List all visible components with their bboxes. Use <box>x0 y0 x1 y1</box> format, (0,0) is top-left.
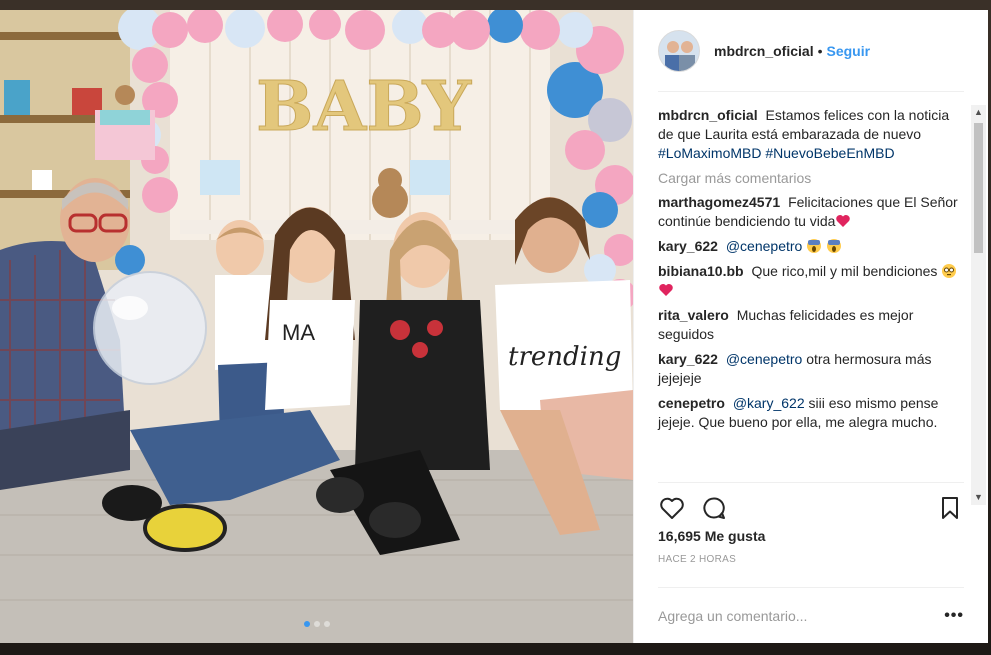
likes-count[interactable]: 16,695 Me gusta <box>658 528 964 544</box>
carousel-dot-2[interactable] <box>313 621 320 627</box>
carousel-dot-3[interactable] <box>323 621 330 627</box>
comment-item: kary_622 @cenepetro otra hermosura más j… <box>658 350 964 388</box>
post-modal: BABY MA trending mbdrcn_oficial • Seguir… <box>0 10 988 643</box>
photo-baby-sign: BABY <box>256 67 473 147</box>
comment-item: marthagomez4571 Felicitaciones que El Se… <box>658 193 964 231</box>
comment-item: rita_valero Muchas felicidades es mejor … <box>658 306 964 344</box>
add-comment-section: ••• <box>658 587 964 643</box>
comments-list: mbdrcn_oficial Estamos felices con la no… <box>634 92 988 482</box>
comment-item: kary_622 @cenepetro <box>658 237 964 256</box>
comment-mention[interactable]: @kary_622 <box>733 395 805 411</box>
comment-button[interactable] <box>700 494 728 522</box>
avatar-image <box>659 30 699 71</box>
post-header: mbdrcn_oficial • Seguir <box>658 10 964 92</box>
scrollbar-thumb[interactable] <box>974 123 983 253</box>
comment-username[interactable]: rita_valero <box>658 307 729 323</box>
caption-hashtag-1[interactable]: #LoMaximoMBD <box>658 145 761 161</box>
scream-emoji-icon <box>827 239 842 253</box>
scream-emoji-icon <box>807 239 822 253</box>
carousel-indicator <box>0 621 633 627</box>
flushed-emoji-icon <box>942 264 957 278</box>
comment-username[interactable]: kary_622 <box>658 238 718 254</box>
bookmark-icon <box>942 496 958 519</box>
comment-mention[interactable]: @cenepetro <box>726 351 802 367</box>
comments-scrollbar[interactable]: ▲ ▼ <box>971 105 986 505</box>
post-side-panel: mbdrcn_oficial • Seguir mbdrcn_oficial E… <box>633 10 988 643</box>
comment-username[interactable]: marthagomez4571 <box>658 194 780 210</box>
save-button[interactable] <box>936 494 964 522</box>
header-separator: • <box>817 42 823 59</box>
comment-item: cenepetro @kary_622 siii eso mismo pense… <box>658 394 964 432</box>
photo-shirt-text-right: trending <box>508 342 621 372</box>
comment-text: Que rico,mil y mil bendiciones <box>751 263 938 279</box>
more-options-button[interactable]: ••• <box>944 607 964 625</box>
comment-mention[interactable]: @cenepetro <box>726 238 802 254</box>
caption-username[interactable]: mbdrcn_oficial <box>658 107 758 123</box>
follow-button[interactable]: Seguir <box>827 43 871 59</box>
post-photo[interactable]: BABY MA trending <box>0 10 633 643</box>
comment-username[interactable]: cenepetro <box>658 395 725 411</box>
photo-illustration: BABY MA trending <box>0 10 633 643</box>
scroll-down-arrow-icon[interactable]: ▼ <box>971 490 986 505</box>
photo-shirt-text-left: MA <box>282 320 315 345</box>
scroll-up-arrow-icon[interactable]: ▲ <box>971 105 986 120</box>
add-comment-input[interactable] <box>658 607 945 624</box>
like-button[interactable] <box>658 494 686 522</box>
post-caption: mbdrcn_oficial Estamos felices con la no… <box>658 106 964 163</box>
speech-bubble-icon <box>703 496 725 519</box>
post-actions-bar <box>658 482 964 526</box>
carousel-dot-1[interactable] <box>303 621 310 627</box>
comment-username[interactable]: kary_622 <box>658 351 718 367</box>
heart-outline-icon <box>660 497 684 519</box>
header-username[interactable]: mbdrcn_oficial <box>714 43 814 59</box>
heart-emoji-icon <box>659 284 673 296</box>
avatar[interactable] <box>658 29 700 72</box>
comment-item: bibiana10.bb Que rico,mil y mil bendicio… <box>658 262 964 300</box>
load-more-comments-button[interactable]: Cargar más comentarios <box>658 170 964 186</box>
heart-emoji-icon <box>836 215 851 227</box>
post-timestamp: HACE 2 HORAS <box>658 554 737 565</box>
comment-username[interactable]: bibiana10.bb <box>658 263 744 279</box>
caption-hashtag-2[interactable]: #NuevoBebeEnMBD <box>765 145 894 161</box>
